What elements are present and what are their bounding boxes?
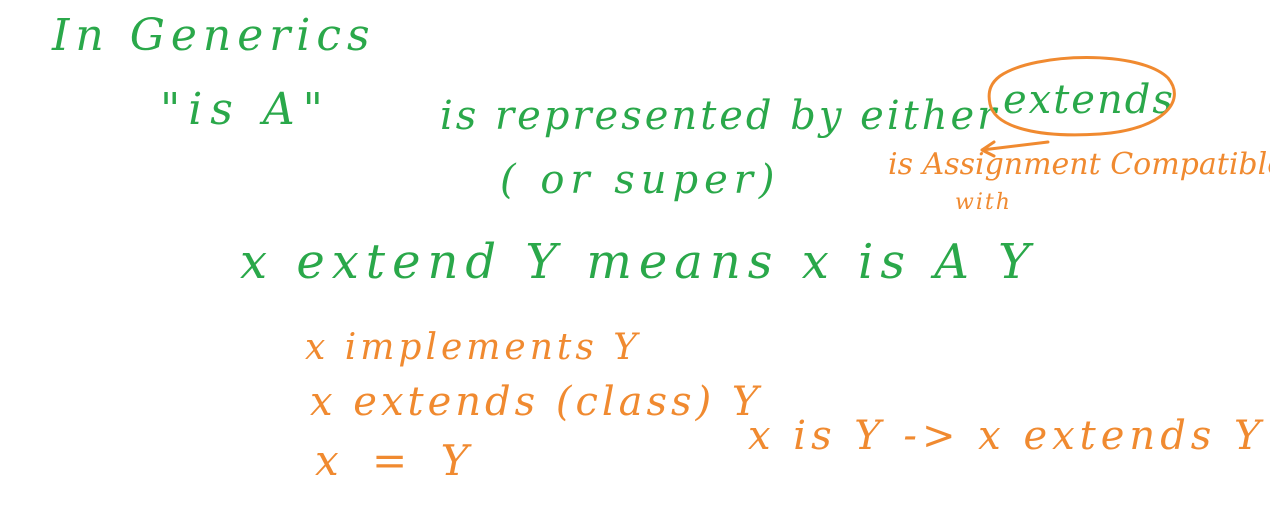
or-super-text: ( or super) (500, 157, 781, 203)
implements-line: x implements Y (305, 327, 642, 368)
represented-by-text: is represented by either (440, 93, 1000, 139)
whiteboard-canvas: In Generics "is A" is represented by eit… (0, 0, 1270, 508)
x-extend-y-means-text: x extend Y means x is A Y (240, 234, 1037, 290)
is-a-quoted: "is A" (160, 84, 331, 135)
title-in-generics: In Generics (52, 10, 376, 61)
is-y-arrow-line: x is Y -> x extends Y (748, 413, 1266, 459)
extends-class-line: x extends (class) Y (310, 379, 763, 425)
assignment-compatible-with: with (955, 190, 1012, 215)
assignment-compatible-note: is Assignment Compatible (888, 147, 1270, 182)
extends-keyword: extends (1003, 77, 1175, 123)
equals-line: x = Y (315, 436, 479, 485)
